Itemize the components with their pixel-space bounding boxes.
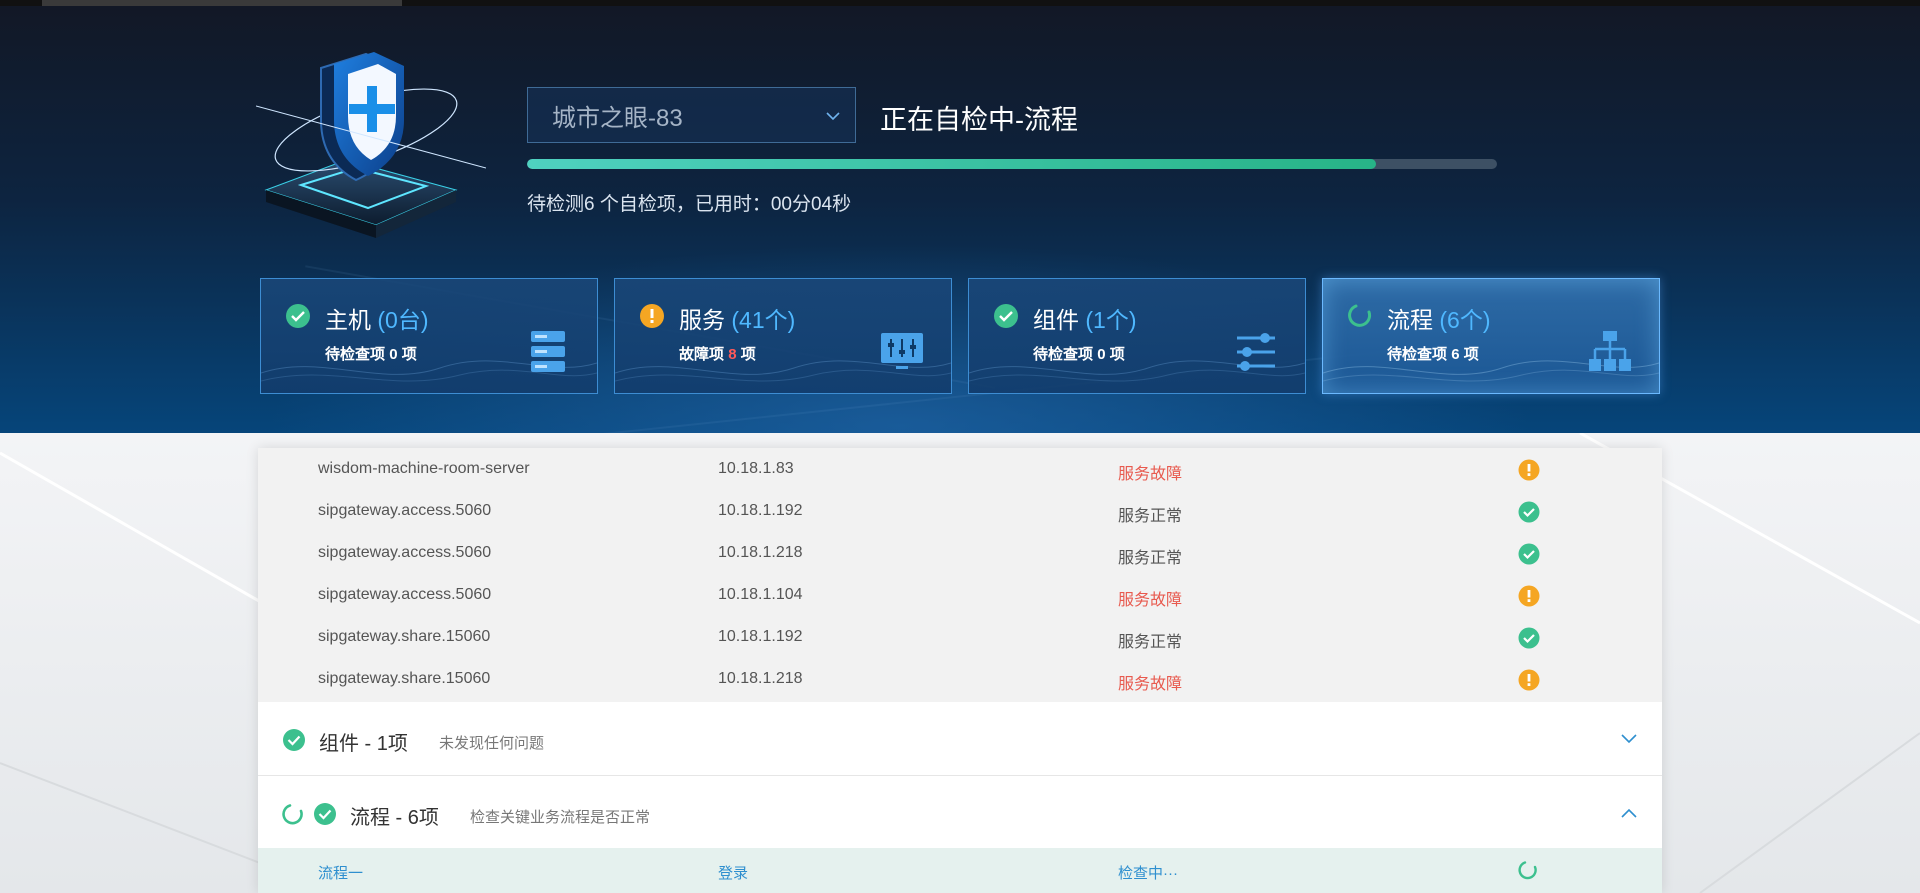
flow-row[interactable]: 流程一 登录 检查中··· (258, 848, 1662, 893)
section-desc: 检查关键业务流程是否正常 (470, 809, 651, 826)
card-sub-unit: 项 (1463, 346, 1479, 363)
flow-status: 检查中··· (1118, 865, 1178, 882)
service-name: sipgateway.access.5060 (318, 544, 492, 561)
service-name: sipgateway.share.15060 (318, 628, 491, 645)
flow-name: 流程一 (318, 865, 364, 882)
service-ip: 10.18.1.192 (718, 502, 803, 519)
card-sub-num: 0 (389, 346, 398, 363)
warning-icon (1518, 459, 1540, 481)
loading-spinner-icon (1518, 861, 1537, 880)
card-subtitle: 待检查项 0 项 (1033, 343, 1125, 364)
service-ip: 10.18.1.83 (718, 460, 794, 477)
card-count: (1个) (1085, 307, 1137, 333)
progress-info: 待检测6 个自检项，已用时：00分04秒 (527, 194, 852, 215)
section-components[interactable]: 组件 - 1项 未发现任何问题 (258, 702, 1662, 776)
warning-icon (1518, 585, 1540, 607)
card-sub-label: 待检查项 (1033, 346, 1094, 363)
card-subtitle: 待检查项 6 项 (1387, 343, 1479, 364)
monitor-sliders-icon (881, 333, 923, 369)
service-ip: 10.18.1.218 (718, 544, 803, 561)
card-flow[interactable]: 流程 (6个) 待检查项 6 项 (1322, 278, 1660, 394)
warning-icon (640, 304, 664, 328)
service-row[interactable]: sipgateway.access.5060 10.18.1.192 服务正常 (258, 490, 1662, 532)
card-sub-label: 故障项 (679, 346, 725, 363)
section-flows[interactable]: 流程 - 6项 检查关键业务流程是否正常 (258, 776, 1662, 850)
project-select-value: 城市之眼-83 (552, 104, 683, 132)
card-sub-unit: 项 (1109, 346, 1125, 363)
card-sub-label: 待检查项 (1387, 346, 1448, 363)
service-status: 服务故障 (1118, 592, 1183, 609)
card-sub-unit: 项 (401, 346, 417, 363)
check-icon (1518, 543, 1540, 565)
card-sub-num: 6 (1451, 346, 1460, 363)
card-title: 组件 (1个) (1033, 301, 1137, 335)
service-name: wisdom-machine-room-server (318, 460, 530, 477)
card-title: 流程 (6个) (1387, 301, 1491, 335)
section-desc: 未发现任何问题 (439, 735, 545, 752)
loading-spinner-icon (282, 804, 303, 825)
service-name: sipgateway.access.5060 (318, 502, 492, 519)
card-count: (0台) (377, 307, 429, 333)
service-ip: 10.18.1.218 (718, 670, 803, 687)
card-sub-num: 0 (1097, 346, 1106, 363)
loading-spinner-icon (1348, 304, 1372, 327)
detail-panel: wisdom-machine-room-server 10.18.1.83 服务故障… (258, 448, 1662, 893)
card-title-text: 主机 (325, 307, 371, 333)
service-ip: 10.18.1.104 (718, 586, 803, 603)
service-name: sipgateway.access.5060 (318, 586, 492, 603)
service-status: 服务正常 (1118, 550, 1183, 567)
card-title-text: 组件 (1033, 307, 1079, 333)
check-icon (994, 304, 1018, 328)
chevron-down-icon (826, 112, 840, 121)
service-list[interactable]: wisdom-machine-room-server 10.18.1.83 服务故障… (258, 448, 1662, 702)
check-icon (1518, 627, 1540, 649)
chevron-down-icon[interactable] (1620, 732, 1638, 746)
progress-fill (527, 159, 1376, 169)
status-title: 正在自检中-流程 (880, 105, 1078, 135)
flowchart-icon (1589, 331, 1631, 371)
service-status: 服务正常 (1118, 508, 1183, 525)
server-icon (531, 331, 565, 372)
service-ip: 10.18.1.192 (718, 628, 803, 645)
service-row[interactable]: sipgateway.share.15060 10.18.1.218 服务故障 (258, 658, 1662, 700)
card-title-text: 服务 (679, 307, 725, 333)
check-icon (286, 304, 310, 328)
card-title-text: 流程 (1387, 307, 1433, 333)
card-count: (41个) (731, 307, 796, 333)
card-title: 主机 (0台) (325, 301, 429, 335)
warning-icon (1518, 669, 1540, 691)
flow-action: 登录 (718, 865, 749, 882)
check-icon (1518, 501, 1540, 523)
section-title: 流程 - 6项 (350, 807, 439, 829)
service-row[interactable]: sipgateway.access.5060 10.18.1.104 服务故障 (258, 574, 1662, 616)
service-row[interactable]: sipgateway.share.15060 10.18.1.192 服务正常 (258, 616, 1662, 658)
card-subtitle: 故障项 8 项 (679, 343, 756, 364)
project-select[interactable]: 城市之眼-83 (527, 87, 856, 143)
card-subtitle: 待检查项 0 项 (325, 343, 417, 364)
chevron-up-icon[interactable] (1620, 806, 1638, 820)
card-component[interactable]: 组件 (1个) 待检查项 0 项 (968, 278, 1306, 394)
progress-bar (527, 159, 1497, 169)
hero-banner: 城市之眼-83 正在自检中-流程 待检测6 个自检项，已用时：00分04秒 主机… (0, 6, 1920, 433)
shield-logo-icon (256, 52, 486, 238)
check-icon (283, 729, 305, 751)
service-name: sipgateway.share.15060 (318, 670, 491, 687)
section-title: 组件 - 1项 (319, 733, 408, 755)
card-sub-label: 待检查项 (325, 346, 386, 363)
card-sub-unit: 项 (740, 346, 756, 363)
service-row[interactable]: sipgateway.access.5060 10.18.1.218 服务正常 (258, 532, 1662, 574)
sliders-icon (1237, 333, 1275, 371)
card-host[interactable]: 主机 (0台) 待检查项 0 项 (260, 278, 598, 394)
check-icon (314, 803, 336, 825)
card-sub-num: 8 (728, 346, 737, 363)
card-count: (6个) (1439, 307, 1491, 333)
card-title: 服务 (41个) (679, 301, 795, 335)
service-status: 服务故障 (1118, 676, 1183, 693)
service-status: 服务故障 (1118, 466, 1183, 483)
service-row[interactable]: wisdom-machine-room-server 10.18.1.83 服务故障 (258, 448, 1662, 490)
service-status: 服务正常 (1118, 634, 1183, 651)
card-service[interactable]: 服务 (41个) 故障项 8 项 (614, 278, 952, 394)
